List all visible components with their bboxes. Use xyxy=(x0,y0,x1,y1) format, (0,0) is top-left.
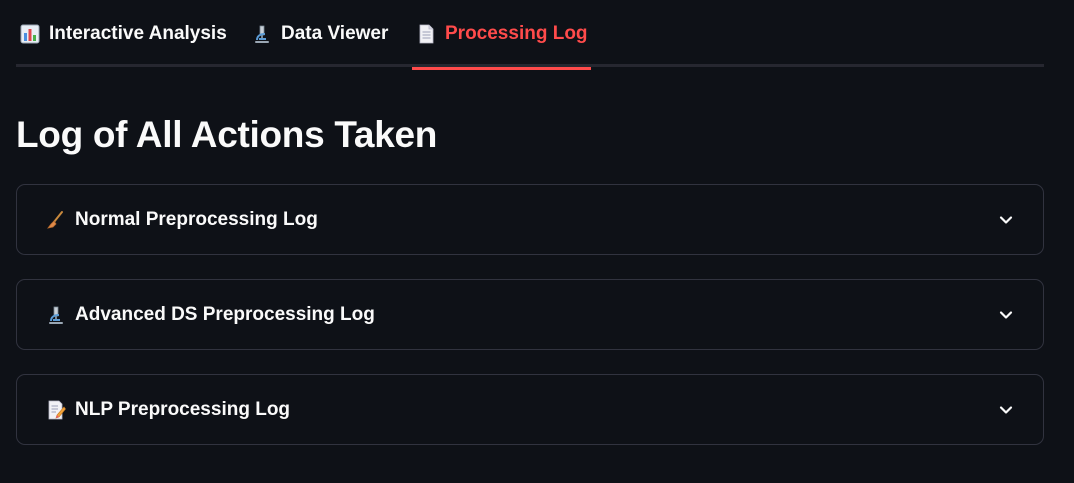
page-icon xyxy=(415,23,437,45)
expander-normal-preprocessing-log[interactable]: Normal Preprocessing Log xyxy=(16,184,1044,255)
memo-icon xyxy=(45,399,67,421)
broom-icon xyxy=(45,209,67,231)
expander-label: Advanced DS Preprocessing Log xyxy=(75,303,375,325)
microscope-icon xyxy=(45,304,67,326)
page-title: Log of All Actions Taken xyxy=(16,114,438,155)
expander-label: NLP Preprocessing Log xyxy=(75,398,291,420)
expander-nlp-preprocessing-log[interactable]: NLP Preprocessing Log xyxy=(16,374,1044,445)
microscope-icon xyxy=(251,23,273,45)
tab-bar: Interactive Analysis Data Viewer Process… xyxy=(16,0,1044,70)
expander-label: Normal Preprocessing Log xyxy=(75,208,318,230)
chevron-down-icon[interactable] xyxy=(997,401,1015,419)
tab-interactive-analysis[interactable]: Interactive Analysis xyxy=(19,0,227,67)
chevron-down-icon[interactable] xyxy=(997,306,1015,324)
tab-label: Data Viewer xyxy=(281,22,389,44)
expander-advanced-ds-preprocessing-log[interactable]: Advanced DS Preprocessing Log xyxy=(16,279,1044,350)
tab-label: Processing Log xyxy=(445,22,588,44)
tab-data-viewer[interactable]: Data Viewer xyxy=(251,0,388,67)
bar-chart-icon xyxy=(19,23,41,45)
tab-label: Interactive Analysis xyxy=(49,22,227,44)
chevron-down-icon[interactable] xyxy=(997,211,1015,229)
tab-processing-log[interactable]: Processing Log xyxy=(412,0,591,70)
